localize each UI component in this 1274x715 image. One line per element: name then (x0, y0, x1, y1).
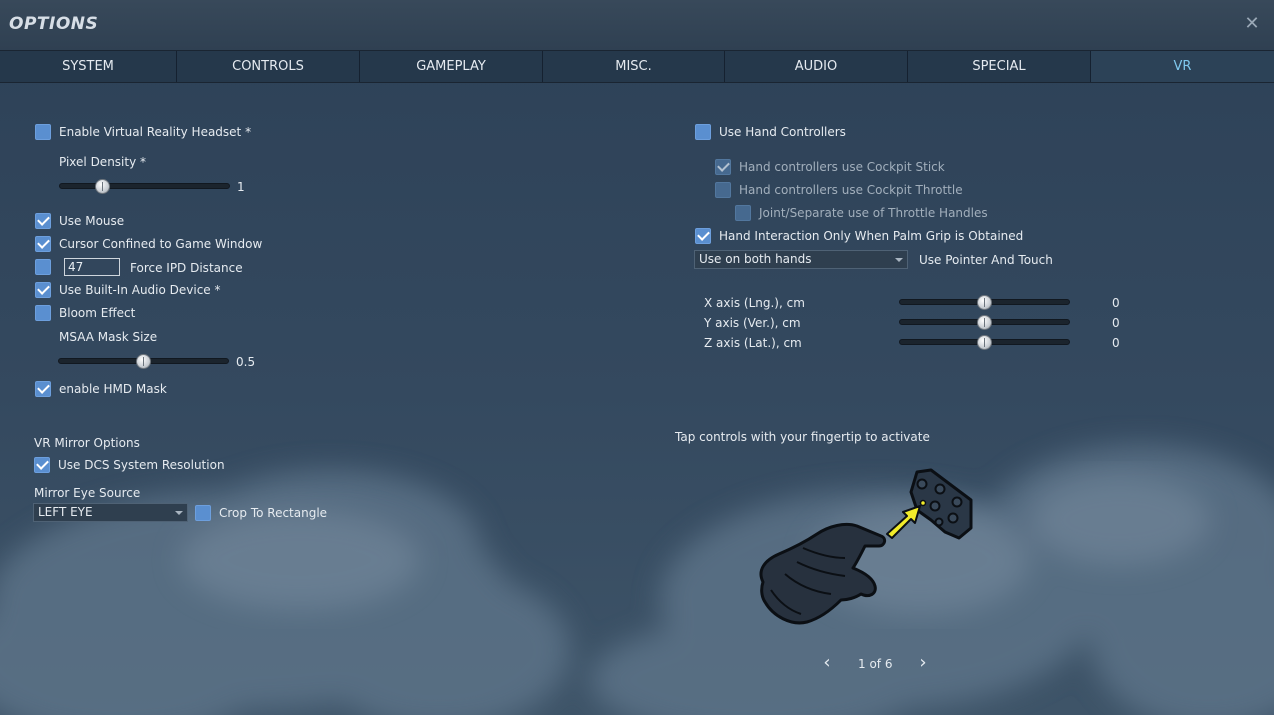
msaa-mask-value: 0.5 (236, 355, 256, 369)
chevron-right-icon[interactable]: › (913, 654, 933, 674)
bloom-effect-label: Bloom Effect (59, 306, 136, 320)
palm-grip-checkbox[interactable] (695, 228, 711, 244)
cursor-confined-checkbox[interactable] (35, 236, 51, 252)
z-axis-label: Z axis (Lat.), cm (704, 336, 802, 350)
force-ipd-checkbox[interactable] (35, 259, 51, 275)
cursor-confined-label: Cursor Confined to Game Window (59, 237, 263, 251)
y-axis-value: 0 (1112, 316, 1120, 330)
use-mouse-label: Use Mouse (59, 214, 125, 228)
hands-select-selected: Use on both hands (699, 252, 812, 266)
cockpit-stick-label: Hand controllers use Cockpit Stick (739, 160, 945, 174)
x-axis-value: 0 (1112, 296, 1120, 310)
ipd-distance-input[interactable]: 47 (64, 258, 120, 276)
pixel-density-value: 1 (237, 180, 245, 194)
cockpit-throttle-checkbox[interactable] (715, 182, 731, 198)
mirror-eye-selected: LEFT EYE (38, 505, 93, 519)
force-ipd-label: Force IPD Distance (130, 261, 243, 275)
dcs-resolution-checkbox[interactable] (34, 457, 50, 473)
pixel-density-slider[interactable] (59, 183, 230, 189)
throttle-handles-label: Joint/Separate use of Throttle Handles (759, 206, 988, 220)
hmd-mask-checkbox[interactable] (35, 381, 51, 397)
msaa-mask-slider-knob[interactable] (135, 354, 151, 369)
cockpit-throttle-label: Hand controllers use Cockpit Throttle (739, 183, 963, 197)
hands-select[interactable]: Use on both hands (694, 250, 908, 269)
builtin-audio-checkbox[interactable] (35, 282, 51, 298)
pager-text: 1 of 6 (858, 657, 893, 671)
touch-hint: Tap controls with your fingertip to acti… (675, 430, 930, 444)
dcs-resolution-label: Use DCS System Resolution (58, 458, 225, 472)
chevron-left-icon[interactable]: ‹ (817, 654, 837, 674)
use-mouse-checkbox[interactable] (35, 213, 51, 229)
crop-rectangle-label: Crop To Rectangle (219, 506, 328, 520)
pixel-density-slider-knob[interactable] (95, 179, 111, 194)
chevron-down-icon (175, 511, 183, 515)
x-axis-label: X axis (Lng.), cm (704, 296, 805, 310)
enable-vr-checkbox[interactable] (35, 124, 51, 140)
vr-options-panel: Enable Virtual Reality Headset * Pixel D… (0, 0, 1274, 715)
y-axis-label: Y axis (Ver.), cm (704, 316, 801, 330)
hmd-mask-label: enable HMD Mask (59, 382, 167, 396)
msaa-mask-label: MSAA Mask Size (59, 330, 158, 344)
cockpit-stick-checkbox[interactable] (715, 159, 731, 175)
y-axis-slider-knob[interactable] (976, 315, 992, 330)
pointer-touch-label: Use Pointer And Touch (919, 253, 1053, 267)
enable-vr-label: Enable Virtual Reality Headset * (59, 125, 252, 139)
gloved-hand-touch-panel-icon (759, 468, 973, 625)
chevron-down-icon (895, 258, 903, 262)
z-axis-value: 0 (1112, 336, 1120, 350)
palm-grip-label: Hand Interaction Only When Palm Grip is … (719, 229, 1024, 243)
mirror-options-heading: VR Mirror Options (34, 436, 140, 450)
mirror-eye-select[interactable]: LEFT EYE (33, 503, 188, 522)
crop-rectangle-checkbox[interactable] (195, 505, 211, 521)
z-axis-slider-knob[interactable] (976, 335, 992, 350)
hand-controllers-label: Use Hand Controllers (719, 125, 846, 139)
bloom-effect-checkbox[interactable] (35, 305, 51, 321)
mirror-eye-label: Mirror Eye Source (34, 486, 141, 500)
x-axis-slider-knob[interactable] (976, 295, 992, 310)
pixel-density-label: Pixel Density * (59, 155, 147, 169)
builtin-audio-label: Use Built-In Audio Device * (59, 283, 221, 297)
throttle-handles-checkbox[interactable] (735, 205, 751, 221)
hand-controllers-checkbox[interactable] (695, 124, 711, 140)
